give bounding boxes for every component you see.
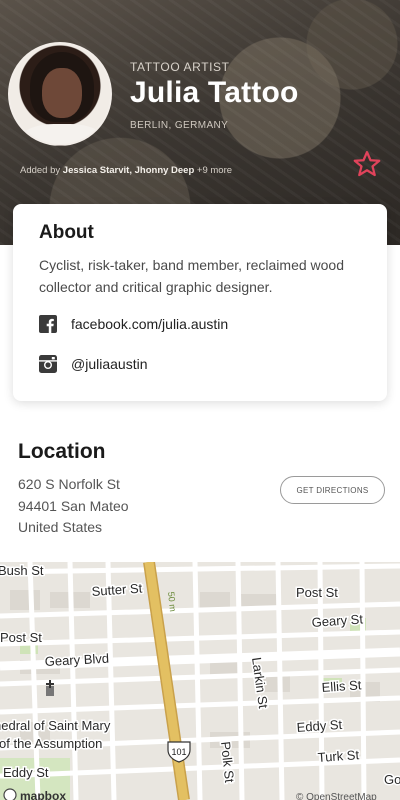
- svg-text:101: 101: [171, 747, 186, 757]
- location-title: Location: [18, 440, 106, 463]
- profile-location: BERLIN, GERMANY: [130, 120, 229, 131]
- added-by-text: Added by Jessica Starvit, Jhonny Deep +9…: [20, 165, 233, 176]
- facebook-url: facebook.com/julia.austin: [71, 316, 229, 332]
- map-label-ellis: Ellis St: [321, 677, 362, 695]
- map-label-eddy-east: Eddy St: [296, 717, 343, 735]
- mapbox-logo-icon[interactable]: mapbox: [3, 788, 66, 800]
- about-card: About Cyclist, risk-taker, band member, …: [13, 204, 387, 401]
- address-city: 94401 San Mateo: [18, 497, 129, 514]
- map-attribution[interactable]: © OpenStreetMap: [296, 792, 377, 800]
- added-by-names[interactable]: Jessica Starvit, Jhonny Deep: [63, 165, 194, 176]
- added-by-more[interactable]: +9 more: [197, 165, 232, 176]
- favorite-star-icon[interactable]: [352, 149, 382, 179]
- map-label-turk: Turk St: [317, 747, 360, 765]
- map-label-bush: Bush St: [0, 563, 44, 578]
- about-text: Cyclist, risk-taker, band member, reclai…: [39, 257, 344, 295]
- address-street: 620 S Norfolk St: [18, 476, 120, 492]
- avatar[interactable]: [8, 42, 112, 146]
- map-label-post-west: Post St: [0, 630, 42, 645]
- map-landmark-line1: hedral of Saint Mary: [0, 718, 111, 733]
- facebook-link[interactable]: facebook.com/julia.austin: [39, 314, 361, 334]
- map[interactable]: 101 Bush St Sutter St Post St Post St Ge…: [0, 562, 400, 800]
- address: 620 S Norfolk St 94401 San Mateo United …: [18, 474, 129, 539]
- map-label-edge: Go: [384, 772, 400, 787]
- map-label-post-east: Post St: [296, 585, 338, 600]
- instagram-handle: @juliaaustin: [71, 356, 148, 372]
- instagram-icon: [39, 355, 57, 373]
- instagram-link[interactable]: @juliaaustin: [39, 354, 361, 374]
- facebook-icon: [39, 315, 57, 333]
- profile-info: TATTOO ARTIST Julia Tattoo BERLIN, GERMA…: [130, 60, 299, 131]
- profile-role: TATTOO ARTIST: [130, 60, 230, 74]
- get-directions-button[interactable]: GET DIRECTIONS: [280, 476, 385, 504]
- map-label-eddy-west: Eddy St: [3, 765, 49, 780]
- map-landmark-line2: of the Assumption: [0, 736, 102, 751]
- svg-text:mapbox: mapbox: [20, 789, 66, 800]
- about-title: About: [39, 222, 94, 243]
- address-country: United States: [18, 519, 103, 535]
- profile-name: Julia Tattoo: [130, 76, 299, 109]
- map-canvas[interactable]: 101 Bush St Sutter St Post St Post St Ge…: [0, 562, 400, 800]
- map-scale-label: 50 m: [166, 591, 178, 612]
